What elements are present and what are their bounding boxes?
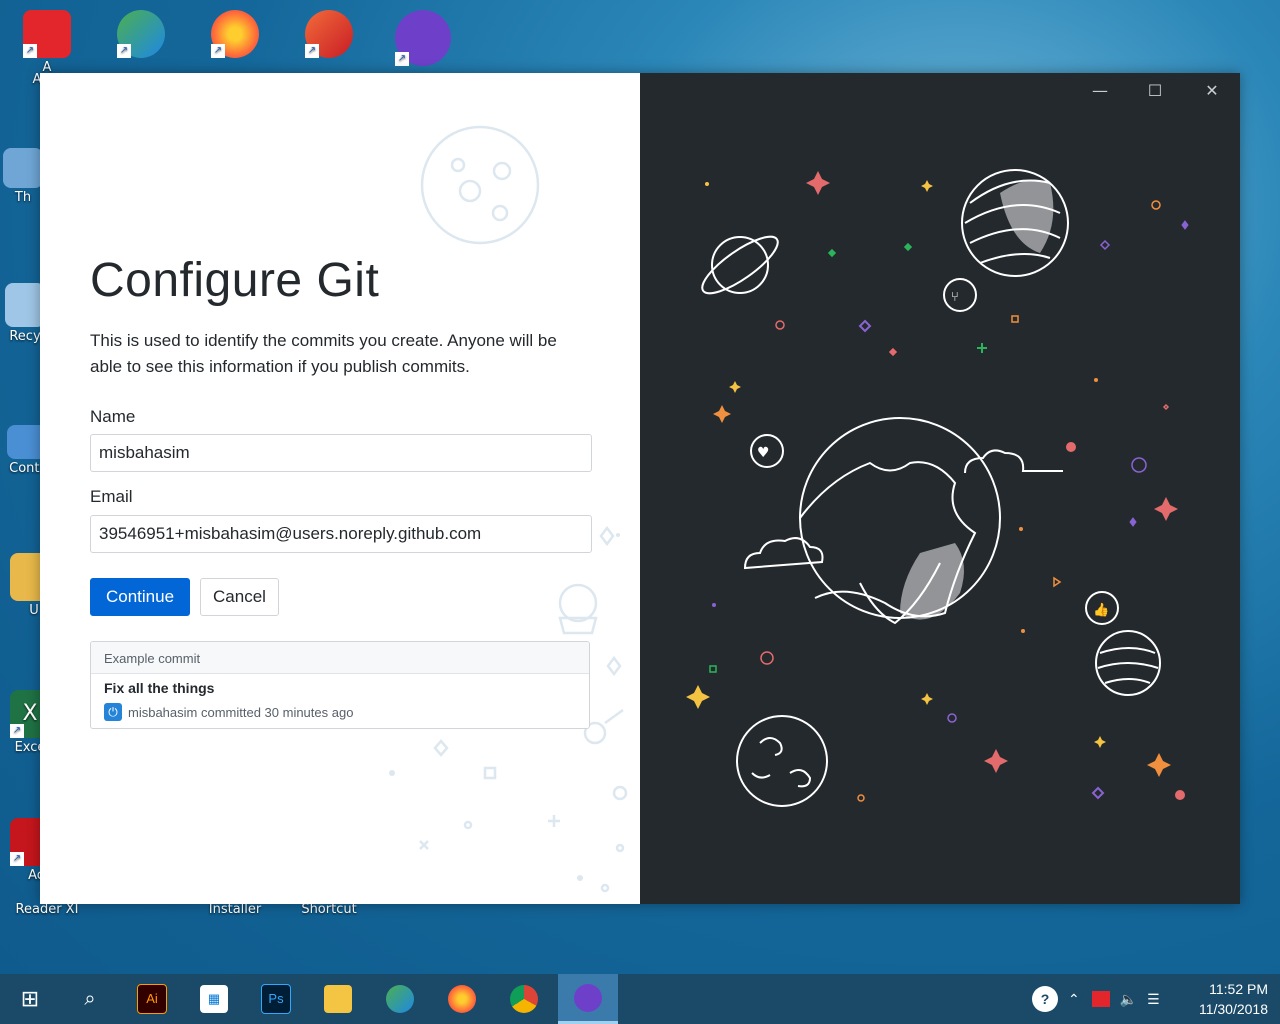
chevron-up-icon[interactable]: ⌃ [1068, 991, 1080, 1008]
taskbar-illustrator[interactable]: Ai [124, 974, 180, 1024]
avira-tray-icon[interactable] [1091, 991, 1110, 1007]
start-button[interactable]: ⊞ [2, 974, 58, 1024]
desktop-label-shortcut: Shortcut [301, 902, 357, 917]
firefox-icon [448, 985, 476, 1013]
taskbar-firefox[interactable] [434, 974, 490, 1024]
page-title: Configure Git [90, 254, 380, 307]
volume-icon[interactable]: 🔈 [1120, 991, 1137, 1008]
configure-git-panel: Configure Git This is used to identify t… [40, 73, 640, 904]
svg-text:👍: 👍 [1093, 602, 1109, 618]
space-illustration-panel: — ☐ ✕ ♥ ⑂ 👍 [640, 73, 1240, 904]
page-description: This is used to identify the commits you… [90, 331, 557, 376]
photoshop-icon: Ps [261, 984, 291, 1014]
ccleaner-icon: ↗ [305, 10, 353, 58]
taskbar-chrome[interactable] [496, 974, 552, 1024]
example-commit-meta: ⏻ misbahasim committed 30 minutes ago [104, 703, 353, 721]
taskbar-store[interactable]: ▦ [186, 974, 242, 1024]
illustrator-icon: Ai [137, 984, 167, 1014]
search-button[interactable]: ⌕ [62, 974, 118, 1024]
taskbar-idm[interactable] [372, 974, 428, 1024]
example-commit-title: Fix all the things [104, 680, 215, 696]
example-commit-box: Example commit Fix all the things ⏻ misb… [90, 641, 590, 729]
computer-icon [3, 148, 43, 188]
desktop-label-reader: Reader XI [15, 902, 79, 917]
idm-desktop-icon[interactable]: ↗ [106, 10, 176, 60]
avira-icon: ↗ [23, 10, 71, 58]
chrome-icon [510, 985, 538, 1013]
firefox-desktop-icon[interactable]: ↗ [200, 10, 270, 60]
continue-button[interactable]: Continue [90, 578, 190, 616]
name-input[interactable]: misbahasim [90, 434, 592, 472]
idm-icon [386, 985, 414, 1013]
example-commit-author: misbahasim committed 30 minutes ago [128, 704, 354, 720]
cancel-button[interactable]: Cancel [200, 578, 279, 616]
svg-text:⑂: ⑂ [951, 290, 959, 305]
avatar-icon: ⏻ [104, 703, 122, 721]
github-icon: ↗ [395, 10, 451, 66]
github-desktop-icon[interactable]: ↗ [388, 10, 458, 68]
firefox-icon: ↗ [211, 10, 259, 58]
store-icon: ▦ [200, 985, 228, 1013]
email-label: Email [90, 487, 133, 506]
avira-desktop-icon[interactable]: ↗ A [12, 10, 82, 75]
recycle-bin-icon [5, 283, 45, 327]
clock-date: 11/30/2018 [1198, 1001, 1268, 1017]
example-commit-header: Example commit [91, 642, 589, 674]
taskbar: ⊞ ⌕ Ai ▦ Ps ? ⌃ 🔈 ☰ 11:52 PM 11/30/2018 [0, 974, 1280, 1024]
clock[interactable]: 11:52 PM 11/30/2018 [1199, 979, 1268, 1019]
clock-time: 11:52 PM [1209, 981, 1268, 997]
github-desktop-window: Configure Git This is used to identify t… [40, 73, 1240, 904]
planets-illustration: ♥ ⑂ 👍 [686, 169, 1189, 807]
taskbar-file-explorer[interactable] [310, 974, 366, 1024]
email-input[interactable]: 39546951+misbahasim@users.noreply.github… [90, 515, 592, 553]
action-center-icon[interactable]: ☰ [1147, 991, 1160, 1008]
svg-text:♥: ♥ [757, 445, 770, 461]
taskbar-github-desktop[interactable] [558, 974, 618, 1024]
taskbar-photoshop[interactable]: Ps [248, 974, 304, 1024]
help-icon[interactable]: ? [1032, 986, 1058, 1012]
name-label: Name [90, 407, 136, 426]
ccleaner-desktop-icon[interactable]: ↗ [294, 10, 364, 60]
folder-icon [324, 985, 352, 1013]
idm-icon: ↗ [117, 10, 165, 58]
desktop-label-installer: Installer [208, 902, 262, 917]
github-icon [574, 983, 602, 1012]
system-tray: ? ⌃ 🔈 ☰ [1032, 974, 1160, 1024]
search-icon: ⌕ [84, 988, 96, 1010]
windows-icon: ⊞ [20, 986, 40, 1011]
